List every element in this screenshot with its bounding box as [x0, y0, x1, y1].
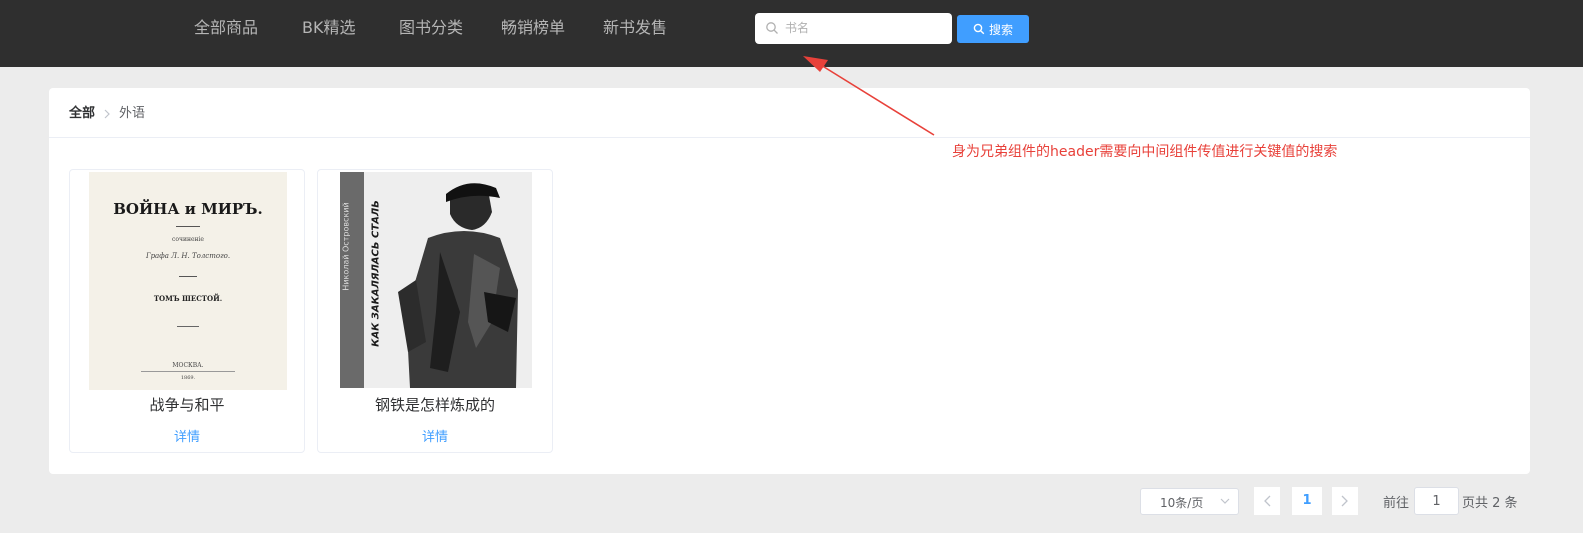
cover-spine-text: Николай Островский — [340, 172, 364, 388]
search-icon — [973, 23, 985, 35]
book-cover-how-the-steel-was-tempered: Николай Островский КАК ЗАКАЛЯЛАСЬ СТАЛЬ — [340, 172, 532, 388]
nav-item-bestsellers[interactable]: 畅销榜单 — [501, 17, 565, 39]
chevron-right-icon — [104, 109, 110, 119]
annotation-text: 身为兄弟组件的header需要向中间组件传值进行关键值的搜索 — [952, 144, 1338, 160]
book-title: 钢铁是怎样炼成的 — [374, 396, 495, 414]
cover-year: 1869. — [180, 375, 196, 381]
cover-heading: КАК ЗАКАЛЯЛАСЬ СТАЛЬ — [370, 200, 382, 347]
nav-item-all-products[interactable]: 全部商品 — [194, 17, 258, 39]
book-cover-war-and-peace: ВОЙНА и МИРЪ. сочиненіе Графа Л. Н. Толс… — [89, 172, 287, 390]
book-card[interactable]: Николай Островский КАК ЗАКАЛЯЛАСЬ СТАЛЬ … — [317, 169, 553, 453]
breadcrumb-current: 外语 — [119, 106, 146, 121]
goto-page-input[interactable] — [1414, 487, 1459, 515]
divider — [49, 137, 1530, 138]
book-title: 战争与和平 — [149, 396, 225, 414]
total-label: 页共 2 条 — [1462, 496, 1518, 511]
cover-imprint-line — [141, 371, 235, 372]
cover-subtitle: сочиненіе — [172, 236, 204, 243]
prev-page-button[interactable] — [1254, 487, 1280, 515]
page-size-value: 10条/页 — [1160, 496, 1204, 510]
breadcrumb: 全部 外语 — [69, 104, 145, 124]
cover-author: Николай Островский — [341, 202, 351, 291]
nav-item-bk-picks[interactable]: BK精选 — [302, 17, 355, 39]
chevron-left-icon — [1264, 495, 1271, 507]
cover-author: Графа Л. Н. Толстого. — [145, 252, 231, 260]
search-box — [755, 13, 952, 44]
chevron-right-icon — [1341, 495, 1348, 507]
soldier-illustration — [398, 183, 518, 388]
cover-rule — [177, 326, 199, 327]
cover-rule — [179, 276, 197, 277]
nav-item-book-categories[interactable]: 图书分类 — [399, 17, 463, 39]
nav-item-new-releases[interactable]: 新书发售 — [603, 17, 667, 39]
book-card[interactable]: ВОЙНА и МИРЪ. сочиненіе Графа Л. Н. Толс… — [69, 169, 305, 453]
cover-heading: ВОЙНА и МИРЪ. — [113, 200, 263, 218]
search-button-label: 搜索 — [988, 22, 1013, 37]
page-size-select[interactable]: 10条/页 — [1140, 488, 1239, 515]
page-number-current[interactable]: 1 — [1292, 487, 1322, 515]
search-icon — [766, 22, 778, 34]
goto-label: 前往 — [1383, 496, 1410, 511]
top-navbar: 全部商品 BK精选 图书分类 畅销榜单 新书发售 搜索 — [0, 0, 1583, 67]
cover-volume: ТОМЪ ШЕСТОЙ. — [153, 294, 223, 303]
book-details-link[interactable]: 详情 — [70, 426, 304, 445]
chevron-down-icon — [1220, 498, 1230, 504]
next-page-button[interactable] — [1332, 487, 1358, 515]
search-button[interactable]: 搜索 — [957, 15, 1029, 43]
cover-rule — [176, 226, 200, 227]
book-details-link[interactable]: 详情 — [318, 426, 552, 445]
cover-city: МОСКВА. — [172, 362, 204, 369]
search-input[interactable] — [785, 17, 945, 39]
breadcrumb-root[interactable]: 全部 — [69, 104, 95, 124]
